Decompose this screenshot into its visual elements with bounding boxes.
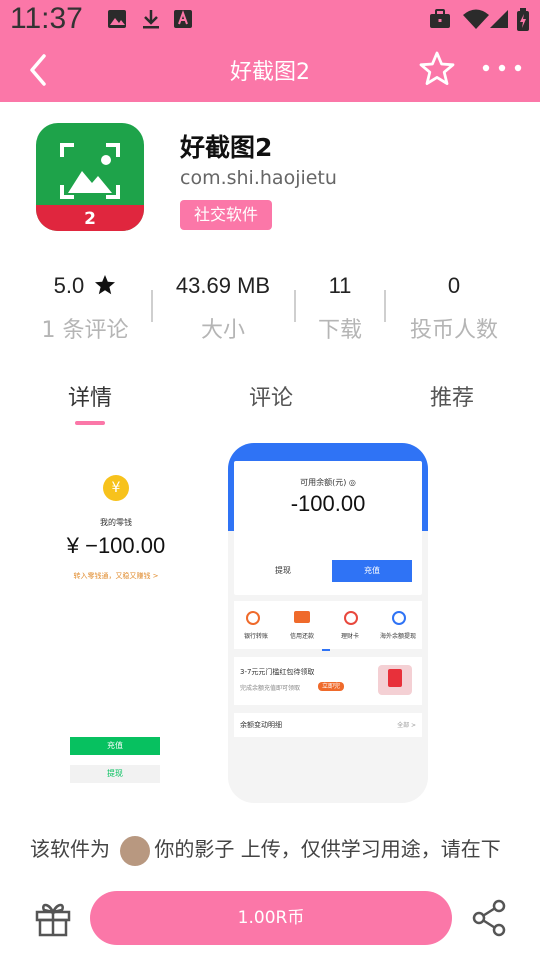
downloads-label: 下载 (317, 318, 362, 343)
page-indicator (322, 649, 330, 651)
detail-more[interactable]: 全部 > (397, 720, 416, 729)
app-icon-badge: 2 (84, 209, 96, 229)
desc-prefix: 该软件为 (30, 837, 110, 861)
red-packet-icon (378, 665, 412, 695)
app-icon: 2 (36, 123, 144, 231)
stat-divider (384, 290, 386, 322)
credit-repay-icon (294, 611, 310, 623)
image-icon (108, 10, 126, 28)
withdraw-button[interactable]: 提现 (70, 765, 160, 783)
shortcut-label[interactable]: 理财卡 (328, 631, 372, 640)
star-icon (95, 275, 116, 295)
stat-downloads: 11 下载 (290, 270, 390, 344)
balance-card: 可用余额(元) ◎ -100.00 提现 充值 (234, 461, 422, 595)
download-icon (143, 10, 159, 29)
stat-rating[interactable]: 5.0 1 条评论 (20, 270, 150, 344)
app-bar: 好截图2 (0, 40, 540, 102)
bank-transfer-icon (246, 611, 260, 625)
category-tag[interactable]: 社交软件 (180, 200, 273, 230)
more-dots-icon[interactable] (480, 56, 524, 80)
promo-subtitle: 完成余额充值即可领取 (240, 685, 301, 692)
upload-description: 该软件为 你的影子 上传，仅供学习用途，请在下 (30, 832, 512, 866)
size-value: 43.69 MB (175, 273, 271, 298)
wifi-icon (463, 9, 489, 29)
app-package: com.shi.haojietu (180, 167, 337, 189)
finance-card-icon (344, 611, 358, 625)
shortcut-label[interactable]: 银行转账 (234, 631, 278, 640)
wallet-hint: 转入零钱通，又稳又赚钱 > (73, 572, 159, 580)
stat-divider (151, 290, 153, 322)
stat-coins[interactable]: 0 投币人数 (394, 270, 514, 344)
tab-indicator (75, 421, 105, 425)
screenshot-2[interactable]: 可用余额(元) ◎ -100.00 提现 充值 银行转账 信用还款 理财卡 海外… (228, 443, 428, 803)
promo-card[interactable]: 3-7元元门槛红包待领取 完成余额充值即可领取 立即完 (234, 657, 422, 705)
recharge-button[interactable]: 充值 (332, 560, 412, 582)
withdraw-button[interactable]: 提现 (242, 560, 324, 582)
detail-label: 余额变动明细 (240, 721, 282, 729)
app-name: 好截图2 (180, 133, 273, 162)
size-label: 大小 (200, 318, 245, 343)
share-icon[interactable] (470, 898, 510, 938)
promo-title: 3-7元元门槛红包待领取 (240, 668, 315, 676)
status-time: 11:37 (10, 2, 83, 35)
wallet-amount: ¥ −100.00 (66, 533, 166, 558)
signal-icon (490, 10, 508, 28)
gift-icon[interactable] (34, 898, 72, 938)
recharge-button[interactable]: 充值 (70, 737, 160, 755)
font-icon (174, 10, 192, 28)
downloads-value: 11 (328, 273, 352, 298)
balance-value: -100.00 (290, 491, 366, 516)
coins-value: 0 (447, 273, 461, 298)
shortcut-label[interactable]: 信用还款 (280, 631, 324, 640)
uploader-name[interactable]: 你的影子 (154, 837, 234, 861)
promo-button[interactable]: 立即完 (318, 682, 345, 691)
screenshot-1[interactable]: ¥ 我的零钱 ¥ −100.00 转入零钱通，又稳又赚钱 > 充值 提现 (60, 443, 172, 803)
star-outline-icon[interactable] (418, 50, 456, 88)
avatar[interactable] (120, 835, 151, 866)
rating-value: 5.0 (53, 273, 85, 298)
page-title: 好截图2 (230, 60, 310, 85)
pay-coin-button[interactable]: 1.00R币 (90, 891, 452, 945)
stat-size: 43.69 MB 大小 (158, 270, 288, 344)
desc-suffix: 上传，仅供学习用途，请在下 (240, 837, 501, 861)
rating-label: 1 条评论 (41, 318, 129, 343)
coin-icon: ¥ (103, 475, 129, 501)
briefcase-icon (430, 9, 450, 28)
tab-details[interactable]: 详情 (68, 380, 112, 412)
balance-label: 可用余额(元) ◎ (300, 478, 356, 487)
tab-comments[interactable]: 评论 (249, 380, 293, 412)
battery-icon (517, 8, 529, 31)
shortcut-grid: 银行转账 信用还款 理财卡 海外余额提现 (234, 601, 422, 649)
status-bar: 11:37 (0, 0, 540, 40)
shortcut-label[interactable]: 海外余额提现 (374, 631, 422, 640)
coins-label: 投币人数 (409, 318, 498, 343)
wallet-caption: 我的零钱 (100, 518, 132, 527)
overseas-icon (392, 611, 406, 625)
balance-detail-row[interactable]: 余额变动明细 全部 > (234, 713, 422, 737)
tab-recommend[interactable]: 推荐 (430, 380, 474, 412)
